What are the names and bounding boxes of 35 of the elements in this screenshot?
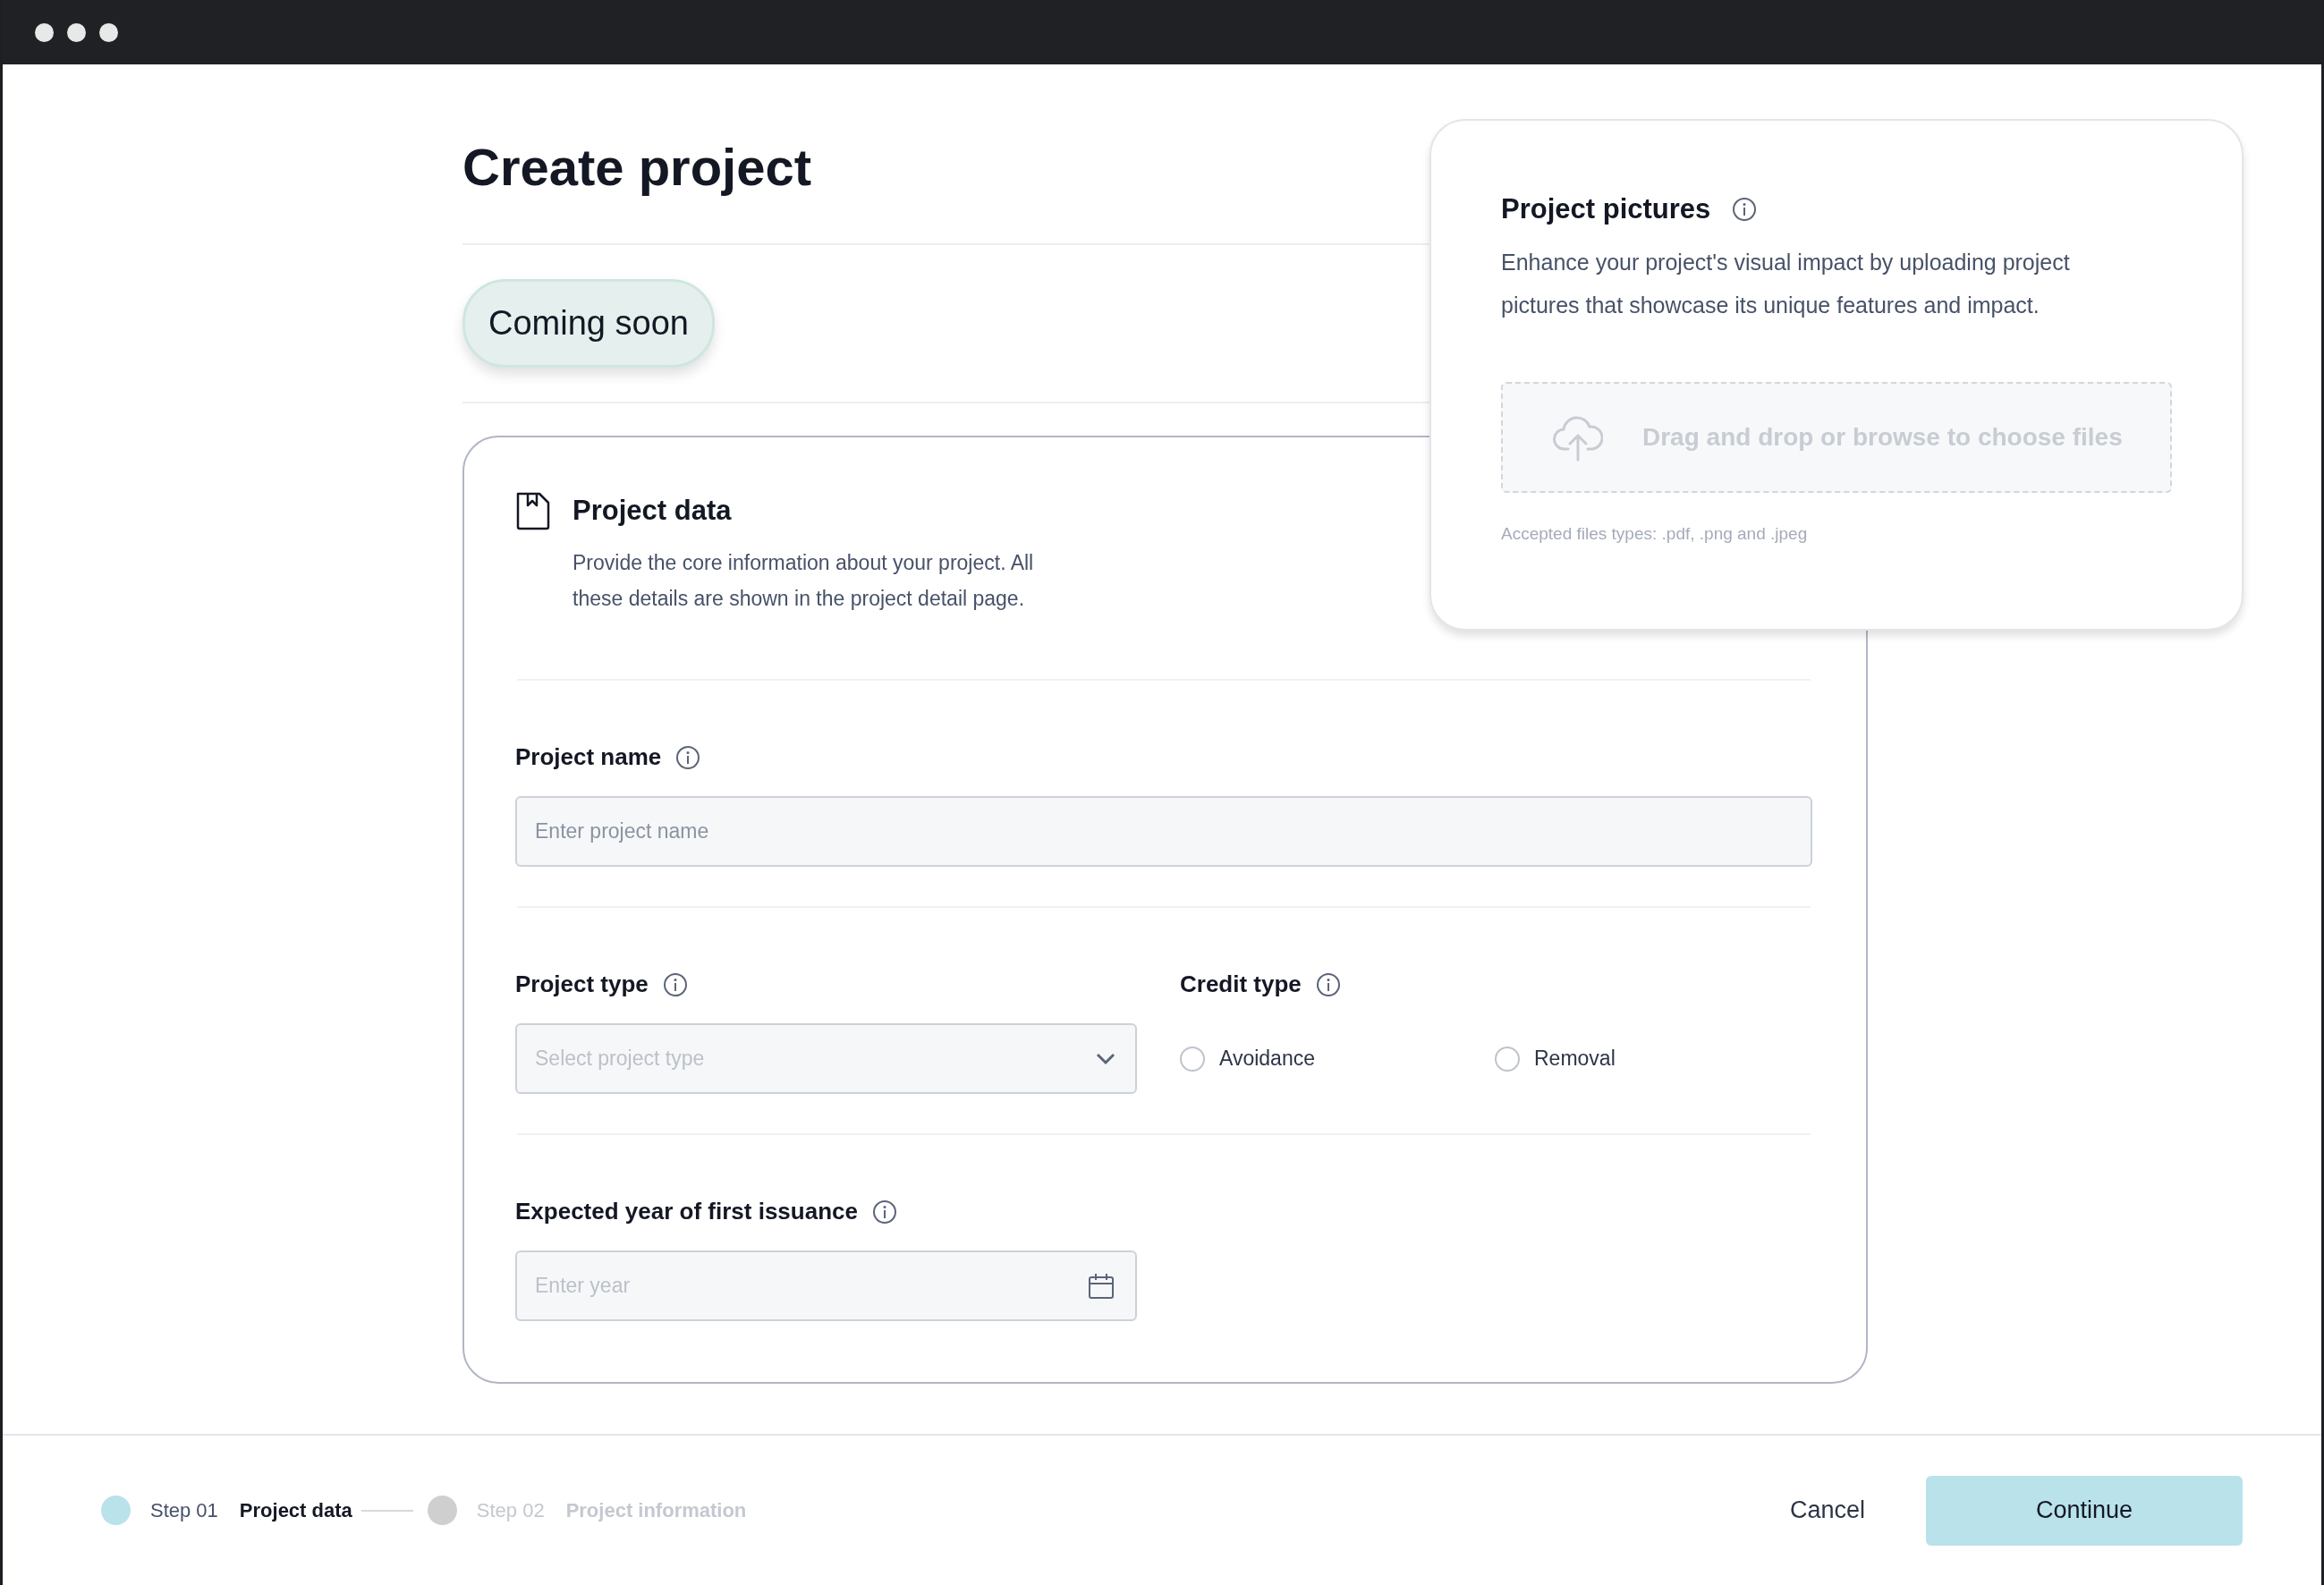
info-icon — [662, 971, 688, 997]
year-field[interactable]: Enter year — [515, 1250, 1137, 1322]
step-number: Step 01 — [150, 1498, 218, 1523]
info-icon — [871, 1199, 897, 1225]
step-number: Step 02 — [476, 1498, 545, 1523]
info-icon — [675, 744, 701, 770]
field-label: Credit type — [1180, 970, 1302, 1000]
radio-button[interactable] — [1495, 1046, 1520, 1072]
page-title: Create project — [462, 137, 812, 198]
window-dot-icon[interactable] — [99, 22, 118, 42]
window-dot-icon[interactable] — [35, 22, 54, 42]
card-title: Project pictures — [1501, 192, 1711, 226]
project-type-dropdown[interactable]: Select project type — [515, 1023, 1137, 1095]
calendar-icon — [1087, 1271, 1115, 1301]
coming-soon-badge: Coming soon — [462, 278, 715, 368]
window-dot-icon[interactable] — [67, 22, 86, 42]
card-description: Enhance your project's visual impact by uploading project pictures that showcase its unique features and impact. — [1501, 249, 2071, 319]
section-description: Provide the core information about your project. All these details are shown in the project detail page. — [573, 549, 1035, 612]
field-label: Expected year of first issuance — [515, 1197, 858, 1227]
radio-label[interactable]: Avoidance — [1219, 1043, 1315, 1074]
radio-label[interactable]: Removal — [1534, 1043, 1616, 1074]
field-label: Project type — [515, 970, 649, 1000]
cancel-button[interactable]: Cancel — [1771, 1483, 1883, 1538]
file-types-hint: Accepted files types: .pdf, .png and .jpeg — [1501, 523, 1809, 546]
info-icon — [1315, 971, 1341, 997]
document-icon — [515, 490, 551, 530]
info-icon — [1732, 196, 1758, 222]
radio-button[interactable] — [1180, 1046, 1205, 1072]
step-name: Project information — [565, 1498, 747, 1523]
project-name-field[interactable]: Enter project name — [515, 796, 1812, 868]
chevron-down-icon — [1096, 1052, 1115, 1065]
step-name: Project data — [239, 1498, 352, 1523]
field-label: Project name — [515, 742, 662, 773]
section-title: Project data — [573, 494, 732, 528]
continue-button[interactable]: Continue — [1926, 1475, 2243, 1546]
